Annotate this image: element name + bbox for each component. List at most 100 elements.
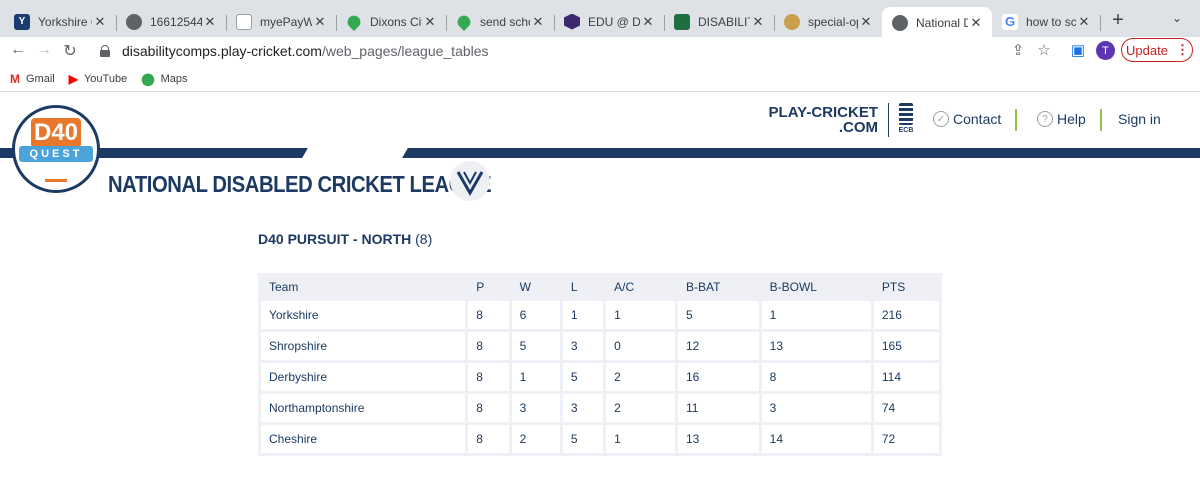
browser-tab-active[interactable]: National Dis ✕ [882, 7, 992, 38]
browser-tab[interactable]: Dixons City ✕ [336, 7, 447, 36]
contact-link[interactable]: ✓ Contact [933, 111, 1001, 127]
table-row: Northamptonshire 8 3 3 2 11 3 74 [261, 394, 939, 422]
browser-tab[interactable]: DISABILITY ✕ [664, 7, 775, 36]
browser-tab[interactable]: myePayWind ✕ [226, 7, 337, 36]
ecb-label: ECB [898, 127, 914, 134]
more-icon: ⋮ [1175, 42, 1189, 57]
team-name[interactable]: Yorkshire [261, 301, 466, 329]
cell-abandoned: 2 [606, 363, 675, 391]
cell-lost: 5 [562, 363, 604, 391]
close-icon[interactable]: ✕ [750, 14, 766, 30]
close-icon[interactable]: ✕ [530, 14, 546, 30]
tab-title: myePayWind [260, 14, 312, 29]
back-icon[interactable]: ← [8, 41, 28, 59]
youtube-icon: ▶ [68, 71, 78, 86]
cell-bonus-bowl: 1 [761, 301, 871, 329]
bird-icon [784, 13, 800, 30]
cell-abandoned: 0 [606, 332, 675, 360]
close-icon[interactable]: ✕ [858, 14, 874, 30]
bookmark-label: YouTube [83, 72, 128, 85]
address-bar[interactable]: disabilitycomps.play-cricket.com/web_pag… [86, 38, 1066, 64]
bookmark-label: Maps [160, 72, 188, 85]
team-name[interactable]: Cheshire [261, 425, 466, 453]
hex-icon [564, 13, 580, 30]
col-header-played[interactable]: P [468, 276, 508, 298]
cell-played: 8 [468, 425, 509, 453]
close-icon[interactable]: ✕ [422, 14, 438, 30]
close-icon[interactable]: ✕ [1076, 14, 1092, 30]
tab-title: 1661254459 [150, 14, 202, 29]
table-title-text: D40 PURSUIT - NORTH [258, 231, 412, 247]
new-tab-button[interactable]: + [1106, 9, 1130, 32]
cell-won: 2 [511, 425, 560, 453]
browser-tab[interactable]: special-ope ✕ [774, 7, 883, 36]
cell-played: 8 [468, 301, 509, 329]
nav-divider [1015, 109, 1017, 131]
reload-icon[interactable]: ↻ [60, 41, 80, 61]
col-header-team[interactable]: Team [261, 276, 465, 298]
browser-tab[interactable]: EDU @ Dixo ✕ [554, 7, 665, 36]
lock-icon [100, 45, 110, 57]
col-header-points[interactable]: PTS [874, 276, 939, 298]
browser-tab[interactable]: Y Yorkshire Cr ✕ [4, 7, 117, 36]
extension-icon[interactable]: ▣ [1068, 41, 1088, 59]
col-header-bonus-bowl[interactable]: B-BOWL [762, 276, 871, 298]
help-link[interactable]: ? Help [1037, 111, 1086, 127]
table-title: D40 PURSUIT - NORTH (8) [258, 231, 432, 247]
ecb-logo: ECB [895, 103, 917, 137]
yorkshire-icon: Y [14, 13, 30, 30]
close-icon[interactable]: ✕ [312, 14, 328, 30]
table-row: Shropshire 8 5 3 0 12 13 165 [261, 332, 939, 360]
tab-search-icon[interactable]: ⌄ [1172, 11, 1182, 25]
logo-bat-icon [45, 164, 67, 182]
d40-quest-logo[interactable]: D40 QUEST [12, 105, 100, 193]
team-name[interactable]: Shropshire [261, 332, 466, 360]
cell-bonus-bowl: 13 [761, 332, 871, 360]
table-row: Derbyshire 8 1 5 2 16 8 114 [261, 363, 939, 391]
cell-bonus-bat: 5 [678, 301, 759, 329]
nav-divider [1100, 109, 1102, 131]
col-header-won[interactable]: W [512, 276, 560, 298]
help-label: Help [1057, 111, 1086, 127]
star-icon[interactable]: ☆ [1034, 41, 1054, 59]
play-cricket-logo[interactable]: PLAY-CRICKET .COM [768, 105, 878, 135]
signin-label: Sign in [1118, 111, 1161, 127]
team-name[interactable]: Derbyshire [261, 363, 466, 391]
col-header-lost[interactable]: L [563, 276, 603, 298]
cell-bonus-bowl: 14 [761, 425, 871, 453]
globe-icon [126, 13, 142, 30]
close-icon[interactable]: ✕ [202, 14, 218, 30]
cell-bonus-bat: 16 [678, 363, 759, 391]
bookmark-maps[interactable]: ⬤ Maps [141, 72, 187, 86]
cell-won: 1 [511, 363, 560, 391]
bookmark-gmail[interactable]: M Gmail [10, 72, 55, 86]
cell-bonus-bowl: 8 [761, 363, 871, 391]
close-icon[interactable]: ✕ [92, 14, 108, 30]
signin-link[interactable]: Sign in [1118, 111, 1161, 127]
page-content: D40 QUEST NATIONAL DISABLED CRICKET LEAG… [0, 93, 1200, 479]
forward-icon[interactable]: → [34, 41, 54, 59]
brand-line-2: .COM [838, 119, 878, 136]
avatar[interactable]: T [1096, 41, 1115, 60]
share-icon[interactable]: ⇪ [1008, 41, 1028, 59]
team-name[interactable]: Northamptonshire [261, 394, 466, 422]
browser-tab[interactable]: 1661254459 ✕ [116, 7, 227, 36]
gmail-icon: M [10, 71, 20, 86]
update-button[interactable]: Update ⋮ [1121, 38, 1193, 62]
cell-lost: 1 [562, 301, 604, 329]
close-icon[interactable]: ✕ [968, 15, 984, 31]
browser-tab[interactable]: G how to scre ✕ [992, 7, 1101, 36]
cell-abandoned: 2 [606, 394, 675, 422]
maps-pin-icon [454, 12, 474, 31]
browser-tab[interactable]: send schoo ✕ [446, 7, 555, 36]
cell-bonus-bowl: 3 [761, 394, 871, 422]
col-header-bonus-bat[interactable]: B-BAT [678, 276, 759, 298]
col-header-abandoned[interactable]: A/C [606, 276, 675, 298]
cell-points: 165 [873, 332, 939, 360]
cell-lost: 3 [562, 394, 604, 422]
v-logo-icon [450, 161, 490, 201]
sheet-icon [674, 13, 690, 30]
bookmark-youtube[interactable]: ▶ YouTube [69, 72, 127, 86]
close-icon[interactable]: ✕ [640, 14, 656, 30]
cell-bonus-bat: 13 [678, 425, 759, 453]
